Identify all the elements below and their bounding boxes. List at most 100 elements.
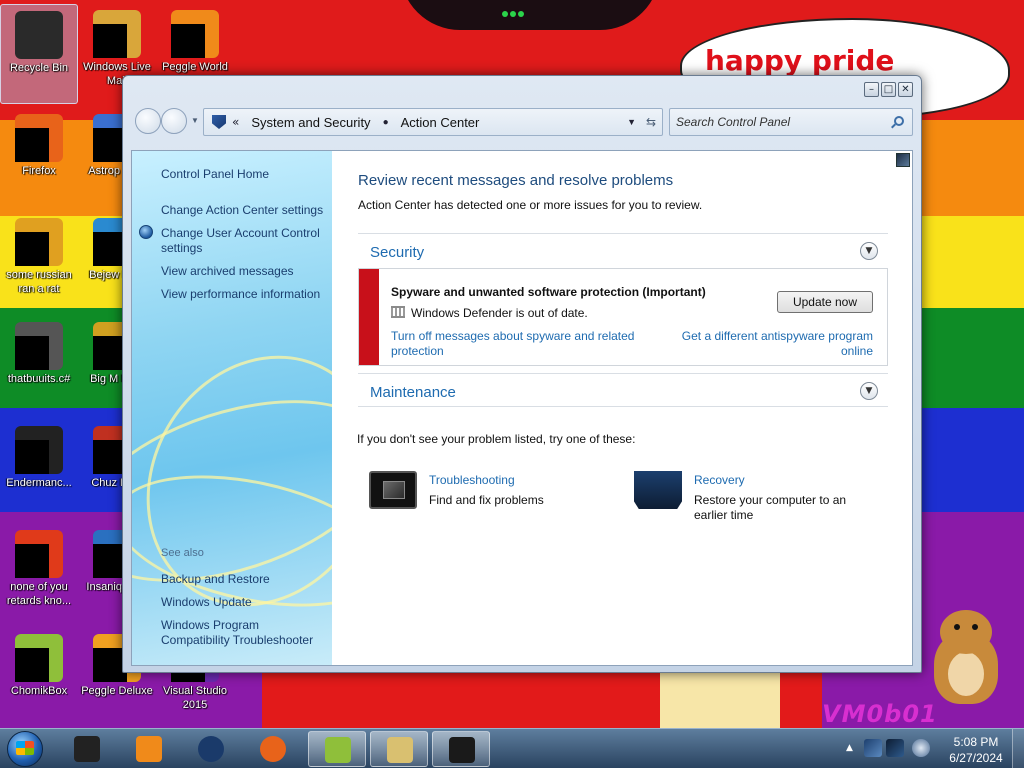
show-desktop-button[interactable] [1012, 729, 1024, 768]
update-now-button[interactable]: Update now [777, 291, 873, 313]
desktop-icon-csharp-file[interactable]: thatbuuits.c# [0, 316, 78, 416]
security-section-header[interactable]: Security ▼ [358, 233, 888, 267]
desktop-icon-firefox[interactable]: Firefox [0, 108, 78, 208]
breadcrumb-system-and-security[interactable]: System and Security [251, 115, 370, 130]
taskbar-button-hamster-box[interactable] [308, 731, 366, 767]
window-corner-icon [896, 153, 910, 167]
recovery-link[interactable]: Recovery [694, 473, 745, 487]
hamster-box-icon [325, 737, 351, 763]
breadcrumb-overflow-chevron[interactable]: « [232, 115, 239, 129]
censor-block [15, 336, 49, 370]
desktop-icon-label: Peggle World [162, 61, 228, 73]
taskbar-clock[interactable]: 5:08 PM 6/27/2024 [942, 734, 1010, 766]
taskbar-button-action-center-window[interactable] [432, 731, 490, 767]
desktop-icon-russian-rat[interactable]: some russian ran a rat [0, 212, 78, 312]
taskbar-button-chomikbox-app[interactable] [58, 731, 116, 767]
desktop-icon-label: none of you retards kno... [6, 581, 72, 607]
desktop-icon-chomikbox[interactable]: ChomikBox [0, 628, 78, 728]
breadcrumb-separator-icon[interactable]: ● [383, 117, 389, 128]
desktop-icon-label: Visual Studio 2015 [162, 685, 227, 711]
page-heading: Review recent messages and resolve probl… [358, 172, 674, 189]
main-content-pane: Review recent messages and resolve probl… [332, 151, 912, 665]
taskbar-button-globe[interactable] [182, 731, 240, 767]
change-uac-settings-link[interactable]: Change User Account Control settings [161, 226, 329, 256]
breadcrumb-action-center[interactable]: Action Center [401, 115, 480, 130]
left-navigation-pane: Control Panel Home Change Action Center … [132, 151, 332, 665]
chevron-down-icon[interactable]: ▼ [860, 382, 878, 400]
address-dropdown-icon[interactable]: ▼ [627, 117, 636, 127]
back-button[interactable] [135, 108, 161, 134]
mail-folder-icon [387, 737, 413, 763]
action-center-flag-icon[interactable] [864, 739, 882, 757]
desktop-icon-recycle-bin[interactable]: Recycle Bin [0, 4, 78, 104]
recent-pages-dropdown[interactable]: ▼ [191, 116, 199, 125]
censor-block [15, 544, 49, 578]
windows-logo-icon [16, 741, 34, 755]
maintenance-section-title: Maintenance [370, 384, 456, 401]
view-performance-information-link[interactable]: View performance information [161, 287, 329, 302]
turn-off-spyware-messages-link[interactable]: Turn off messages about spyware and rela… [391, 329, 661, 359]
desktop-icon-label: ChomikBox [10, 685, 68, 697]
spyware-alert-card: Spyware and unwanted software protection… [358, 268, 888, 366]
windows-update-link[interactable]: Windows Update [161, 595, 329, 610]
media-player-icon [136, 736, 162, 762]
change-action-center-settings-link[interactable]: Change Action Center settings [161, 203, 329, 218]
firefox-icon [260, 736, 286, 762]
desktop-icon-label: Peggle Deluxe [81, 685, 153, 697]
censor-block [15, 232, 49, 266]
troubleshooting-link[interactable]: Troubleshooting [429, 473, 515, 487]
alert-title: Spyware and unwanted software protection… [391, 285, 706, 299]
uac-shield-icon [139, 225, 153, 239]
taskbar: ▲ 5:08 PM 6/27/2024 [0, 728, 1024, 768]
minimize-button[interactable]: – [864, 82, 879, 97]
severity-indicator [359, 269, 379, 365]
compatibility-troubleshooter-link[interactable]: Windows Program Compatibility Troublesho… [161, 618, 331, 648]
volume-icon[interactable] [912, 739, 930, 757]
wallpaper-dark-shape [400, 0, 660, 30]
desktop-icon-enderman[interactable]: Endermanc... [0, 420, 78, 520]
control-panel-icon [212, 115, 226, 129]
wallpaper-cream-shape [660, 668, 780, 728]
search-box [669, 108, 913, 136]
refresh-icon[interactable]: ⇆ [646, 115, 656, 129]
network-icon[interactable] [886, 739, 904, 757]
close-button[interactable]: ✕ [898, 82, 913, 97]
chevron-down-icon[interactable]: ▼ [860, 242, 878, 260]
window-caption-buttons: – □ ✕ [864, 82, 913, 98]
search-icon[interactable] [894, 116, 904, 126]
clock-date: 6/27/2024 [949, 751, 1003, 765]
alert-description: Windows Defender is out of date. [411, 306, 588, 320]
security-section-title: Security [370, 244, 425, 261]
desktop-icon-label: Firefox [22, 165, 56, 177]
hamster-sticker [920, 606, 1006, 706]
view-archived-messages-link[interactable]: View archived messages [161, 264, 329, 279]
globe-icon [198, 736, 224, 762]
desktop-icon-label: Endermanc... [6, 477, 72, 489]
action-center-window: – □ ✕ ▼ « System and Security ● Action C… [122, 75, 922, 673]
taskbar-button-mail-folder[interactable] [370, 731, 428, 767]
backup-and-restore-link[interactable]: Backup and Restore [161, 572, 329, 587]
navigation-bar: ▼ « System and Security ● Action Center … [133, 106, 913, 136]
maximize-button[interactable]: □ [881, 82, 896, 97]
show-hidden-icons-icon[interactable]: ▲ [846, 743, 853, 753]
troubleshooting-icon [369, 471, 417, 509]
troubleshooting-description: Find and fix problems [429, 493, 544, 507]
control-panel-home-link[interactable]: Control Panel Home [161, 167, 329, 182]
window-client-area: Control Panel Home Change Action Center … [131, 150, 913, 666]
get-different-antispyware-link[interactable]: Get a different antispyware program onli… [677, 329, 873, 359]
page-subheading: Action Center has detected one or more i… [358, 198, 703, 212]
censor-block [15, 648, 49, 682]
taskbar-button-firefox[interactable] [244, 731, 302, 767]
taskbar-button-media-player[interactable] [120, 731, 178, 767]
windows-defender-icon [391, 306, 405, 318]
watermark-text: VM0b01 [822, 700, 938, 728]
desktop-icon-label: some russian ran a rat [6, 269, 72, 295]
forward-button[interactable] [161, 108, 187, 134]
see-also-header: See also [161, 547, 204, 559]
maintenance-section-header[interactable]: Maintenance ▼ [358, 373, 888, 407]
desktop-icon-red-circle[interactable]: none of you retards kno... [0, 524, 78, 624]
clock-time: 5:08 PM [953, 735, 999, 749]
search-input[interactable] [676, 114, 876, 130]
recovery-description: Restore your computer to an earlier time [694, 493, 847, 522]
address-bar[interactable]: « System and Security ● Action Center ▼ … [203, 108, 663, 136]
